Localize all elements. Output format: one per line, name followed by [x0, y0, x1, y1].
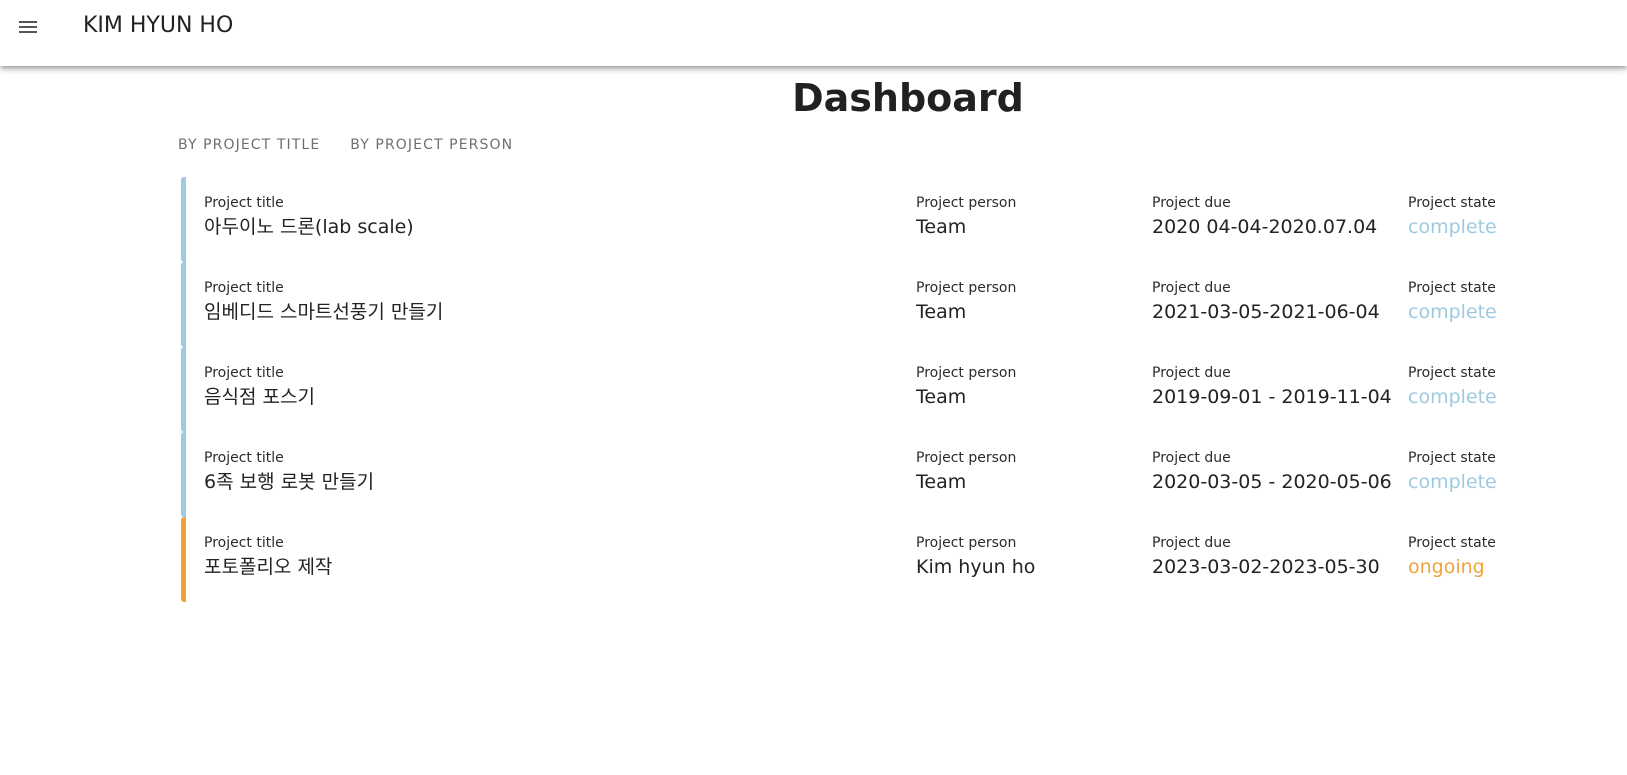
project-due-caption: Project due	[1152, 365, 1231, 381]
project-due-caption: Project due	[1152, 195, 1231, 211]
project-state-caption: Project state	[1408, 195, 1496, 211]
project-person-value: Team	[916, 301, 967, 323]
app-bar: KIM HYUN HO	[0, 0, 1627, 66]
project-state-value: complete	[1408, 386, 1497, 408]
project-row[interactable]: Project title 6족 보행 로봇 만들기 Project perso…	[181, 432, 1541, 517]
menu-button[interactable]	[8, 9, 48, 45]
project-person-cell: Project person Team	[916, 279, 1016, 327]
project-person-caption: Project person	[916, 280, 1017, 296]
project-due-value: 2021-03-05-2021-06-04	[1152, 301, 1380, 323]
project-state-caption: Project state	[1408, 535, 1496, 551]
project-person-caption: Project person	[916, 450, 1017, 466]
project-state-cell: Project state complete	[1408, 279, 1497, 327]
project-title-caption: Project title	[204, 280, 284, 296]
project-title-value: 포토폴리오 제작	[204, 556, 333, 578]
project-person-cell: Project person Team	[916, 194, 1016, 242]
project-due-caption: Project due	[1152, 535, 1231, 551]
project-row[interactable]: Project title 아두이노 드론(lab scale) Project…	[181, 177, 1541, 262]
project-state-value: complete	[1408, 471, 1497, 493]
project-title-caption: Project title	[204, 365, 284, 381]
project-state-value: ongoing	[1408, 556, 1485, 578]
project-due-caption: Project due	[1152, 280, 1231, 296]
tab-by-project-person[interactable]: BY PROJECT PERSON	[350, 132, 513, 158]
project-person-value: Kim hyun ho	[916, 556, 1036, 578]
project-title-cell: Project title 6족 보행 로봇 만들기	[204, 449, 374, 497]
project-list: Project title 아두이노 드론(lab scale) Project…	[181, 177, 1541, 602]
project-title-caption: Project title	[204, 450, 284, 466]
project-state-cell: Project state complete	[1408, 194, 1497, 242]
page-title: Dashboard	[792, 76, 1024, 120]
project-person-cell: Project person Kim hyun ho	[916, 534, 1035, 582]
project-state-caption: Project state	[1408, 450, 1496, 466]
project-due-value: 2020-03-05 - 2020-05-06	[1152, 471, 1392, 493]
project-title-value: 음식점 포스기	[204, 386, 315, 408]
project-due-caption: Project due	[1152, 450, 1231, 466]
project-person-value: Team	[916, 386, 967, 408]
project-title-cell: Project title 음식점 포스기	[204, 364, 315, 412]
project-state-cell: Project state ongoing	[1408, 534, 1496, 582]
project-title-cell: Project title 아두이노 드론(lab scale)	[204, 194, 414, 242]
project-person-cell: Project person Team	[916, 449, 1016, 497]
project-person-value: Team	[916, 471, 967, 493]
project-title-value: 아두이노 드론(lab scale)	[204, 216, 414, 238]
project-person-cell: Project person Team	[916, 364, 1016, 412]
project-due-cell: Project due 2020 04-04-2020.07.04	[1152, 194, 1377, 242]
project-state-caption: Project state	[1408, 365, 1496, 381]
project-state-cell: Project state complete	[1408, 364, 1497, 412]
project-person-value: Team	[916, 216, 967, 238]
project-state-value: complete	[1408, 216, 1497, 238]
project-person-caption: Project person	[916, 365, 1017, 381]
project-row[interactable]: Project title 음식점 포스기 Project person Tea…	[181, 347, 1541, 432]
project-title-caption: Project title	[204, 535, 284, 551]
project-due-cell: Project due 2019-09-01 - 2019-11-04	[1152, 364, 1392, 412]
project-state-caption: Project state	[1408, 280, 1496, 296]
project-person-caption: Project person	[916, 535, 1017, 551]
project-due-cell: Project due 2021-03-05-2021-06-04	[1152, 279, 1380, 327]
project-due-value: 2023-03-02-2023-05-30	[1152, 556, 1380, 578]
project-title-cell: Project title 임베디드 스마트선풍기 만들기	[204, 279, 443, 327]
project-due-cell: Project due 2023-03-02-2023-05-30	[1152, 534, 1380, 582]
app-title: KIM HYUN HO	[83, 13, 234, 38]
tab-by-project-title[interactable]: BY PROJECT TITLE	[178, 132, 320, 158]
project-row[interactable]: Project title 포토폴리오 제작 Project person Ki…	[181, 517, 1541, 602]
project-title-caption: Project title	[204, 195, 284, 211]
hamburger-menu-icon	[19, 21, 37, 33]
project-row[interactable]: Project title 임베디드 스마트선풍기 만들기 Project pe…	[181, 262, 1541, 347]
project-due-cell: Project due 2020-03-05 - 2020-05-06	[1152, 449, 1392, 497]
sort-tabs: BY PROJECT TITLE BY PROJECT PERSON	[178, 132, 543, 158]
project-state-value: complete	[1408, 301, 1497, 323]
project-title-cell: Project title 포토폴리오 제작	[204, 534, 332, 582]
project-due-value: 2020 04-04-2020.07.04	[1152, 216, 1378, 238]
project-state-cell: Project state complete	[1408, 449, 1497, 497]
project-person-caption: Project person	[916, 195, 1017, 211]
project-title-value: 6족 보행 로봇 만들기	[204, 471, 375, 493]
project-due-value: 2019-09-01 - 2019-11-04	[1152, 386, 1392, 408]
project-title-value: 임베디드 스마트선풍기 만들기	[204, 301, 444, 323]
